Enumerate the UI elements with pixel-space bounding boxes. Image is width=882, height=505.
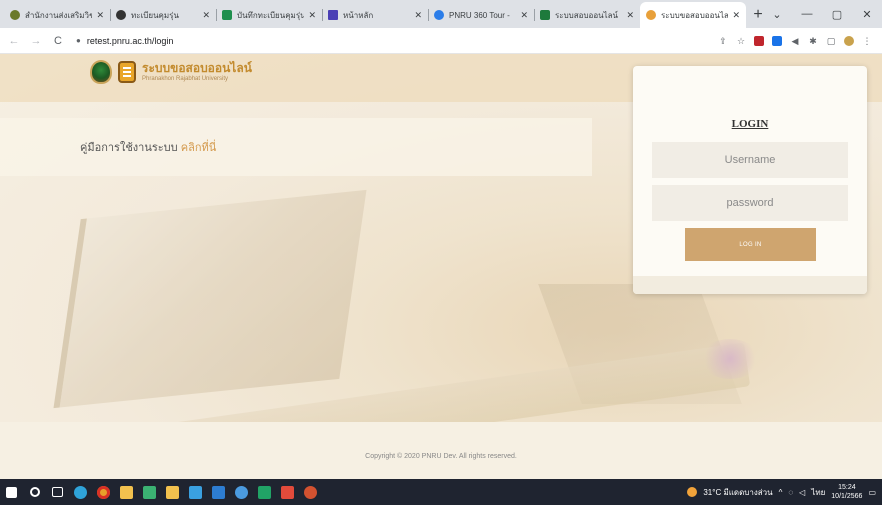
clock-date: 10/1/2566 <box>831 493 863 500</box>
tab-search-icon[interactable]: ⌄ <box>762 8 792 21</box>
reload-icon[interactable]: C <box>50 35 66 47</box>
maximize-icon[interactable]: ▢ <box>822 8 852 21</box>
excel-icon[interactable] <box>253 479 276 505</box>
exam-document-icon <box>118 61 136 83</box>
tab-favicon-icon <box>222 10 232 20</box>
lock-icon: ● <box>76 36 81 45</box>
tab-close-icon[interactable]: ✕ <box>308 10 316 21</box>
tab-favicon-icon <box>10 10 20 20</box>
tab-favicon-icon <box>328 10 338 20</box>
password-field[interactable] <box>652 185 848 221</box>
tab-favicon-icon <box>434 10 444 20</box>
minimize-icon[interactable]: — <box>792 8 822 20</box>
language-indicator[interactable]: ไทย <box>811 486 825 499</box>
extensions-puzzle-icon[interactable]: ✱ <box>808 36 818 46</box>
windows-taskbar: 31°C มีแดดบางส่วน ^ ◌ ◁ ไทย 15:24 10/1/2… <box>0 479 882 505</box>
windows-start-icon[interactable] <box>0 479 23 505</box>
close-window-icon[interactable]: ✕ <box>852 8 882 21</box>
browser-tab[interactable]: หน้าหลัก ✕ <box>322 2 428 28</box>
edge-icon[interactable] <box>69 479 92 505</box>
powerpoint-icon[interactable] <box>299 479 322 505</box>
profile-avatar-icon[interactable] <box>844 35 854 46</box>
window-controls: ⌄ — ▢ ✕ <box>762 0 882 28</box>
teams-chat-icon[interactable] <box>138 479 161 505</box>
calendar-app-icon[interactable] <box>161 479 184 505</box>
tab-close-icon[interactable]: ✕ <box>732 10 740 21</box>
brand-title: ระบบขอสอบออนไลน์ <box>142 60 252 75</box>
bookmark-star-icon[interactable]: ☆ <box>736 36 746 46</box>
brand-subtitle: Phranakhon Rajabhat University <box>142 75 229 82</box>
side-panel-icon[interactable]: ▢ <box>826 36 836 46</box>
manual-label: คู่มือการใช้งานระบบ <box>80 142 178 154</box>
tab-close-icon[interactable]: ✕ <box>626 10 634 21</box>
browser-tab-active[interactable]: ระบบขอสอบออนไลน์ ✕ <box>640 2 746 28</box>
tab-close-icon[interactable]: ✕ <box>202 10 210 21</box>
tab-close-icon[interactable]: ✕ <box>96 10 104 21</box>
blue-extension-icon[interactable] <box>772 35 782 46</box>
username-field[interactable] <box>652 142 848 178</box>
site-logo[interactable]: ระบบขอสอบออนไลน์ Phranakhon Rajabhat Uni… <box>90 60 252 84</box>
address-bar[interactable]: ● retest.pnru.ac.th/login <box>76 31 718 51</box>
browser-tab[interactable]: ทะเบียนคุมรุ่น ✕ <box>110 2 216 28</box>
network-icon[interactable]: ◌ <box>788 488 793 497</box>
browser-toolbar: ← → C ● retest.pnru.ac.th/login ⇪ ☆ ◀ ✱ … <box>0 28 882 54</box>
store-icon[interactable] <box>184 479 207 505</box>
manual-notice: คู่มือการใช้งานระบบ คลิกที่นี่ <box>80 138 216 156</box>
login-title: LOGIN <box>731 118 769 130</box>
forward-arrow-icon[interactable]: → <box>28 35 44 47</box>
browser-tab-strip: สำนักงานส่งเสริมวิชาการ✕ ทะเบียนคุมรุ่น✕… <box>0 0 882 28</box>
url-text: retest.pnru.ac.th/login <box>86 35 174 46</box>
browser-tab[interactable]: ระบบสอบออนไลน์ ✕ <box>534 2 640 28</box>
shield-extension-icon[interactable] <box>754 35 764 46</box>
tab-favicon-icon <box>646 10 656 20</box>
weather-text[interactable]: 31°C มีแดดบางส่วน <box>703 486 772 499</box>
clock[interactable]: 15:24 10/1/2566 <box>831 483 862 501</box>
manual-link[interactable]: คลิกที่นี่ <box>181 142 217 154</box>
globe-app-icon[interactable] <box>230 479 253 505</box>
copyright-text: Copyright © 2020 PNRU Dev. All rights re… <box>365 453 517 460</box>
page-content: ระบบขอสอบออนไลน์ Phranakhon Rajabhat Uni… <box>0 54 882 479</box>
login-button[interactable]: LOG IN <box>685 228 816 261</box>
extension-icons: ⇪ ☆ ◀ ✱ ▢ ⋮ <box>718 35 872 46</box>
system-tray: 31°C มีแดดบางส่วน ^ ◌ ◁ ไทย 15:24 10/1/2… <box>687 479 882 505</box>
laptop-image <box>53 189 367 409</box>
task-view-icon[interactable] <box>46 479 69 505</box>
speaker-extension-icon[interactable]: ◀ <box>790 36 800 46</box>
login-card: LOGIN LOG IN <box>633 66 867 294</box>
browser-tab[interactable]: บันทึกทะเบียนคุมรุ่น ✕ <box>216 2 322 28</box>
weather-icon <box>687 487 698 497</box>
notification-icon[interactable]: ▭ <box>868 488 876 497</box>
clock-time: 15:24 <box>838 484 856 491</box>
mail-icon[interactable] <box>207 479 230 505</box>
share-icon[interactable]: ⇪ <box>718 36 728 46</box>
file-explorer-icon[interactable] <box>115 479 138 505</box>
browser-tab[interactable]: สำนักงานส่งเสริมวิชาการ✕ <box>4 2 110 28</box>
site-footer: Copyright © 2020 PNRU Dev. All rights re… <box>0 422 882 479</box>
back-arrow-icon[interactable]: ← <box>6 35 22 47</box>
pdf-icon[interactable] <box>276 479 299 505</box>
browser-tab[interactable]: PNRU 360 Tour - ✕ <box>428 2 534 28</box>
tab-close-icon[interactable]: ✕ <box>414 10 422 21</box>
speaker-icon[interactable]: ◁ <box>799 488 805 497</box>
tab-close-icon[interactable]: ✕ <box>520 10 528 21</box>
chrome-icon[interactable] <box>92 479 115 505</box>
tab-favicon-icon <box>540 10 550 20</box>
tab-favicon-icon <box>116 10 126 20</box>
search-icon[interactable] <box>23 479 46 505</box>
menu-kebab-icon[interactable]: ⋮ <box>862 36 872 46</box>
chevron-up-icon[interactable]: ^ <box>779 488 783 497</box>
university-seal-icon <box>90 60 112 84</box>
